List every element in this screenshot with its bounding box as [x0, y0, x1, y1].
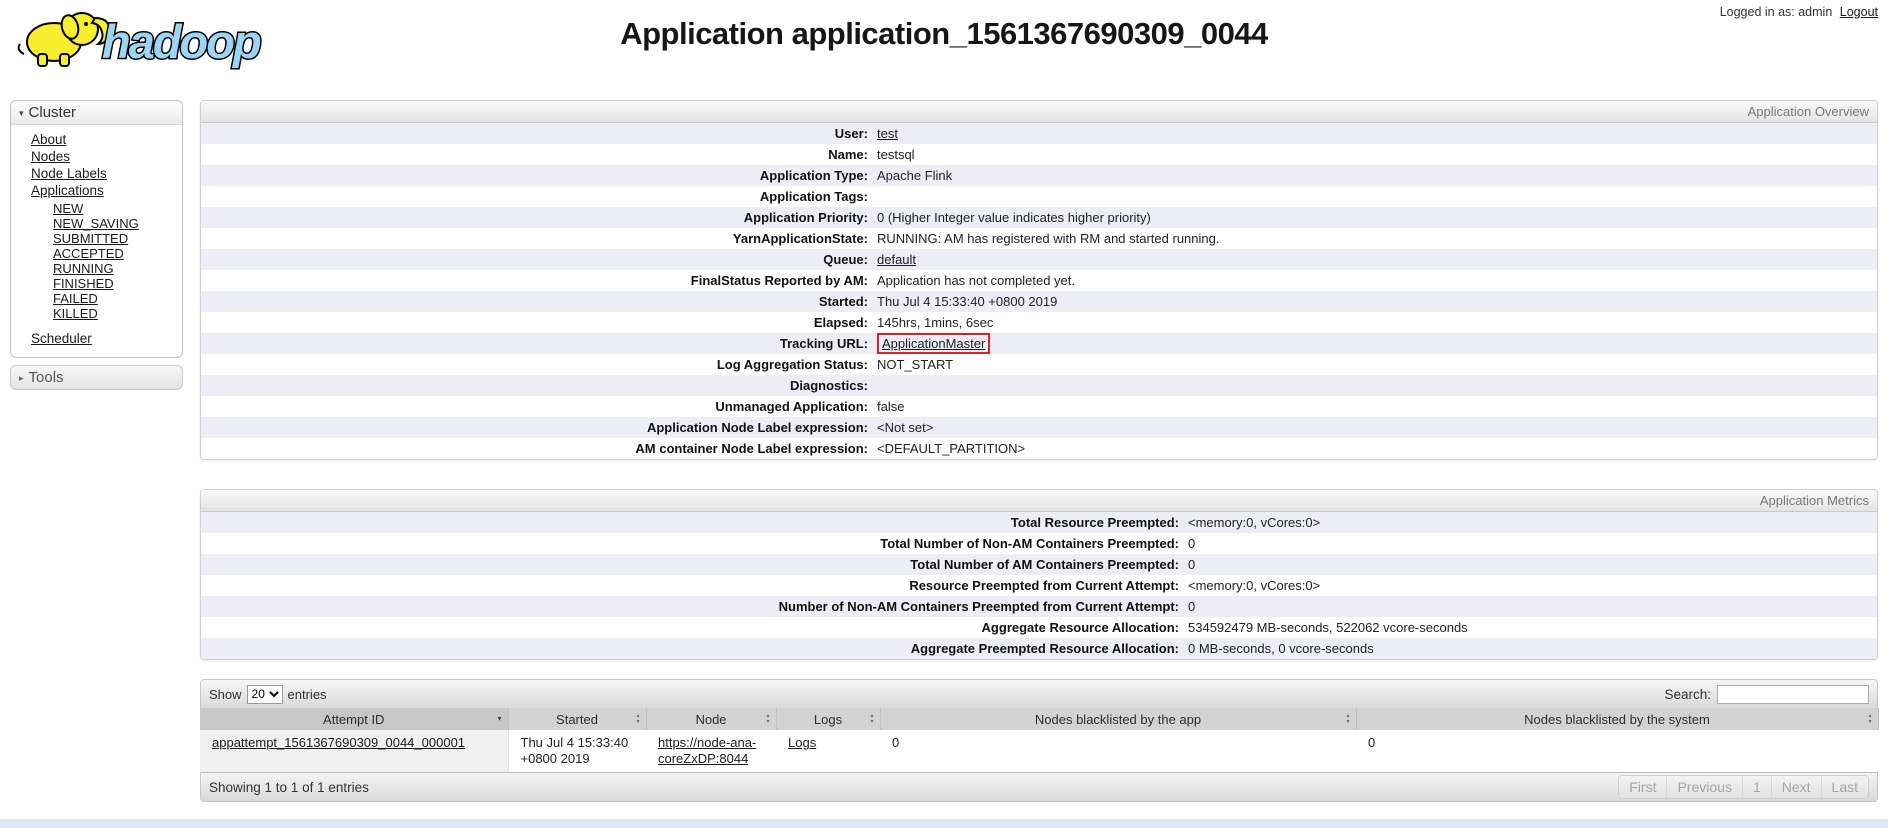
cell-started: Thu Jul 4 15:33:40 +0800 2019 [508, 730, 646, 772]
cell-attempt-id: appattempt_1561367690309_0044_000001 [200, 730, 508, 772]
column-header-logs[interactable]: Logs▴▾ [776, 708, 880, 730]
sort-both-icon: ▴▾ [766, 713, 769, 725]
hadoop-logo[interactable]: hadoop [10, 2, 310, 72]
overview-row-tracking-url: Tracking URL:ApplicationMaster [201, 333, 1877, 354]
overview-row-queue: Queue:default [201, 249, 1877, 270]
metrics-row-aggregate-preempted-resource-allocation: Aggregate Preempted Resource Allocation:… [201, 638, 1877, 659]
cluster-nav-title: Cluster [29, 104, 77, 121]
show-label: Show [209, 687, 242, 702]
attempts-table: Show 20 entries Search: Attempt ID▾ Star… [200, 679, 1878, 802]
logout-link[interactable]: Logout [1840, 5, 1878, 19]
node-link[interactable]: https://node-ana-coreZxDP:8044 [658, 735, 764, 767]
metrics-row-non-am-containers-preempted-current-attempt: Number of Non-AM Containers Preempted fr… [201, 596, 1877, 617]
cell-nodes-blacklisted-system: 0 [1356, 730, 1878, 772]
overview-row-app-node-label-expression: Application Node Label expression:<Not s… [201, 417, 1877, 438]
pagination-previous-button[interactable]: Previous [1666, 776, 1741, 798]
page-title: Application application_1561367690309_00… [330, 16, 1558, 52]
sort-both-icon: ▴▾ [636, 713, 639, 725]
bottom-strip [0, 819, 1888, 828]
overview-row-application-priority: Application Priority:0 (Higher Integer v… [201, 207, 1877, 228]
login-text: Logged in as: admin [1720, 5, 1833, 19]
table-footer: Showing 1 to 1 of 1 entries First Previo… [200, 772, 1878, 802]
table-row: appattempt_1561367690309_0044_000001 Thu… [200, 730, 1878, 772]
application-master-link[interactable]: ApplicationMaster [882, 336, 985, 351]
table-toolbar: Show 20 entries Search: [200, 679, 1878, 708]
metrics-row-total-am-containers-preempted: Total Number of AM Containers Preempted:… [201, 554, 1877, 575]
overview-row-elapsed: Elapsed:145hrs, 1mins, 6sec [201, 312, 1877, 333]
cell-logs: Logs [776, 730, 880, 772]
sidebar-item-state-killed[interactable]: KILLED [53, 306, 98, 321]
metrics-row-total-resource-preempted: Total Resource Preempted:<memory:0, vCor… [201, 512, 1877, 533]
svg-text:hadoop: hadoop [102, 15, 261, 68]
pagination-last-button[interactable]: Last [1821, 776, 1868, 798]
search-input[interactable] [1717, 685, 1869, 704]
application-metrics-header: Application Metrics [201, 490, 1877, 512]
overview-row-log-aggregation-status: Log Aggregation Status:NOT_START [201, 354, 1877, 375]
column-header-nodes-blacklisted-app[interactable]: Nodes blacklisted by the app▴▾ [880, 708, 1356, 730]
overview-row-started: Started:Thu Jul 4 15:33:40 +0800 2019 [201, 291, 1877, 312]
entries-label: entries [288, 687, 327, 702]
attempt-id-link[interactable]: appattempt_1561367690309_0044_000001 [212, 735, 465, 751]
tools-nav-header[interactable]: ▸ Tools [10, 365, 183, 390]
page-size-select[interactable]: 20 [247, 685, 283, 704]
sidebar-item-state-running[interactable]: RUNNING [53, 261, 114, 276]
column-header-started[interactable]: Started▴▾ [508, 708, 646, 730]
sidebar-item-state-new-saving[interactable]: NEW_SAVING [53, 216, 139, 231]
pagination-next-button[interactable]: Next [1771, 776, 1821, 798]
overview-row-final-status: FinalStatus Reported by AM:Application h… [201, 270, 1877, 291]
column-header-attempt-id[interactable]: Attempt ID▾ [200, 708, 508, 730]
application-overview-section: Application Overview User:test Name:test… [200, 100, 1878, 460]
metrics-row-aggregate-resource-allocation: Aggregate Resource Allocation:534592479 … [201, 617, 1877, 638]
pagination: First Previous 1 Next Last [1618, 775, 1869, 799]
pagination-first-button[interactable]: First [1619, 776, 1666, 798]
overview-row-diagnostics: Diagnostics: [201, 375, 1877, 396]
triangle-right-icon: ▸ [19, 373, 24, 383]
sidebar-item-nodes[interactable]: Nodes [31, 149, 70, 164]
sort-both-icon: ▴▾ [870, 713, 873, 725]
entries-summary: Showing 1 to 1 of 1 entries [209, 780, 369, 795]
sidebar-item-applications[interactable]: Applications [31, 183, 104, 198]
sidebar-item-node-labels[interactable]: Node Labels [31, 166, 107, 181]
sidebar-item-state-accepted[interactable]: ACCEPTED [53, 246, 124, 261]
column-header-node[interactable]: Node▴▾ [646, 708, 776, 730]
sort-desc-icon: ▾ [497, 715, 501, 723]
sidebar-item-about[interactable]: About [31, 132, 66, 147]
queue-link[interactable]: default [877, 252, 916, 267]
overview-row-am-container-node-label-expression: AM container Node Label expression:<DEFA… [201, 438, 1877, 459]
cluster-nav-header[interactable]: ▾ Cluster [11, 101, 182, 125]
hadoop-elephant-icon: hadoop [10, 2, 310, 72]
tracking-url-highlight: ApplicationMaster [877, 333, 990, 354]
sidebar-item-state-submitted[interactable]: SUBMITTED [53, 231, 128, 246]
sidebar-item-state-failed[interactable]: FAILED [53, 291, 98, 306]
sidebar-item-scheduler[interactable]: Scheduler [31, 331, 92, 346]
login-status: Logged in as: admin Logout [1720, 5, 1878, 19]
cell-nodes-blacklisted-app: 0 [880, 730, 1356, 772]
sidebar: ▾ Cluster About Nodes Node Labels Applica… [10, 100, 183, 390]
pagination-page-1-button[interactable]: 1 [1742, 776, 1771, 798]
overview-row-application-type: Application Type:Apache Flink [201, 165, 1877, 186]
sort-both-icon: ▴▾ [1346, 713, 1349, 725]
application-metrics-section: Application Metrics Total Resource Preem… [200, 489, 1878, 660]
main-content: Application Overview User:test Name:test… [200, 100, 1878, 802]
cluster-nav: ▾ Cluster About Nodes Node Labels Applica… [10, 100, 183, 358]
sort-both-icon: ▴▾ [1868, 713, 1871, 725]
triangle-down-icon: ▾ [19, 108, 24, 118]
sidebar-item-state-new[interactable]: NEW [53, 201, 83, 216]
user-link[interactable]: test [877, 126, 898, 141]
sidebar-item-state-finished[interactable]: FINISHED [53, 276, 114, 291]
metrics-row-total-non-am-containers-preempted: Total Number of Non-AM Containers Preemp… [201, 533, 1877, 554]
search-label: Search: [1664, 687, 1711, 702]
overview-row-user: User:test [201, 123, 1877, 144]
cell-node: https://node-ana-coreZxDP:8044 [646, 730, 776, 772]
overview-row-application-tags: Application Tags: [201, 186, 1877, 207]
table-header-row: Attempt ID▾ Started▴▾ Node▴▾ Logs▴▾ Node… [200, 708, 1878, 730]
column-header-nodes-blacklisted-system[interactable]: Nodes blacklisted by the system▴▾ [1356, 708, 1878, 730]
tools-nav-title: Tools [29, 369, 64, 386]
metrics-row-resource-preempted-current-attempt: Resource Preempted from Current Attempt:… [201, 575, 1877, 596]
application-overview-header: Application Overview [201, 101, 1877, 123]
overview-row-unmanaged-application: Unmanaged Application:false [201, 396, 1877, 417]
overview-row-name: Name:testsql [201, 144, 1877, 165]
logs-link[interactable]: Logs [788, 735, 816, 750]
overview-row-yarn-application-state: YarnApplicationState:RUNNING: AM has reg… [201, 228, 1877, 249]
